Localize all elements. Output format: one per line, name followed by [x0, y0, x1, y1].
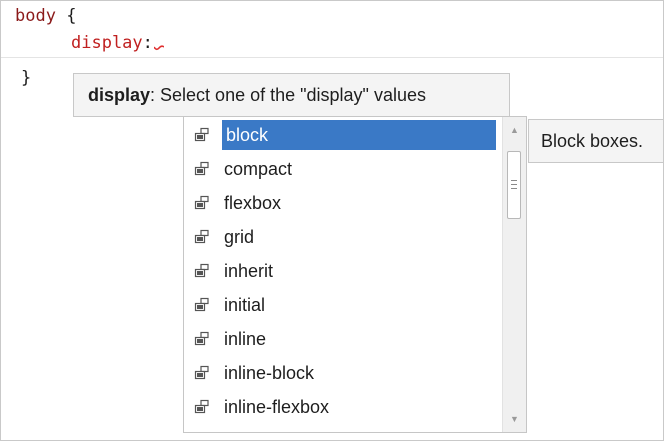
grip-line [511, 188, 517, 189]
completion-item[interactable]: inline-block [184, 356, 502, 390]
completion-item-label: inherit [224, 261, 274, 281]
property-colon: : [142, 33, 153, 53]
code-line-3[interactable]: } [21, 67, 31, 89]
property-value-icon [194, 331, 210, 347]
completion-item[interactable]: grid [184, 220, 502, 254]
completion-item-label: inline-block [224, 363, 315, 383]
grip-line [511, 184, 517, 185]
scroll-down-icon[interactable]: ▼ [503, 410, 526, 428]
value-description-tooltip: Block boxes. [528, 119, 663, 163]
property-value-icon [194, 127, 210, 143]
completion-item[interactable]: inherit [184, 254, 502, 288]
css-editor[interactable]: body { display: } display: Select one of… [0, 0, 664, 441]
completion-item[interactable]: flexbox [184, 186, 502, 220]
completion-list[interactable]: block compact flexbox grid inherit initial inl… [184, 117, 502, 432]
completion-item[interactable]: block [184, 118, 502, 152]
tooltip-description: : Select one of the "display" values [150, 85, 426, 105]
close-brace: } [21, 68, 32, 88]
code-line-2[interactable]: display: [71, 32, 164, 54]
property-value-icon [194, 399, 210, 415]
completion-item[interactable]: inline-flexbox [184, 390, 502, 424]
completion-item-label: initial [224, 295, 266, 315]
property-value-icon [194, 263, 210, 279]
completion-popup[interactable]: block compact flexbox grid inherit initial inl… [183, 116, 527, 433]
code-line-1[interactable]: body { [15, 5, 76, 27]
value-description: Block boxes. [541, 131, 644, 151]
completion-item-label: compact [224, 159, 293, 179]
css-selector: body [15, 6, 56, 26]
css-property: display [71, 33, 143, 53]
error-squiggle-icon [153, 45, 164, 51]
open-brace: { [55, 6, 77, 26]
property-value-icon [194, 195, 210, 211]
property-value-icon [194, 229, 210, 245]
completion-item[interactable]: compact [184, 152, 502, 186]
grip-line [511, 180, 517, 181]
completion-item-label: flexbox [224, 193, 282, 213]
scroll-up-icon[interactable]: ▲ [503, 121, 526, 139]
property-value-icon [194, 365, 210, 381]
current-line-highlight [1, 57, 663, 58]
completion-scrollbar[interactable]: ▲ ▼ [502, 117, 526, 432]
completion-item[interactable]: inline [184, 322, 502, 356]
tooltip-property-name: display [88, 85, 151, 105]
property-value-icon [194, 297, 210, 313]
completion-item[interactable]: initial [184, 288, 502, 322]
property-value-icon [194, 161, 210, 177]
parameter-info-tooltip: display: Select one of the "display" val… [73, 73, 510, 117]
completion-item-label: inline-flexbox [224, 397, 330, 417]
completion-item-label: grid [224, 227, 255, 247]
completion-item-label: block [222, 120, 496, 150]
scroll-thumb[interactable] [507, 151, 521, 219]
completion-item-label: inline [224, 329, 267, 349]
